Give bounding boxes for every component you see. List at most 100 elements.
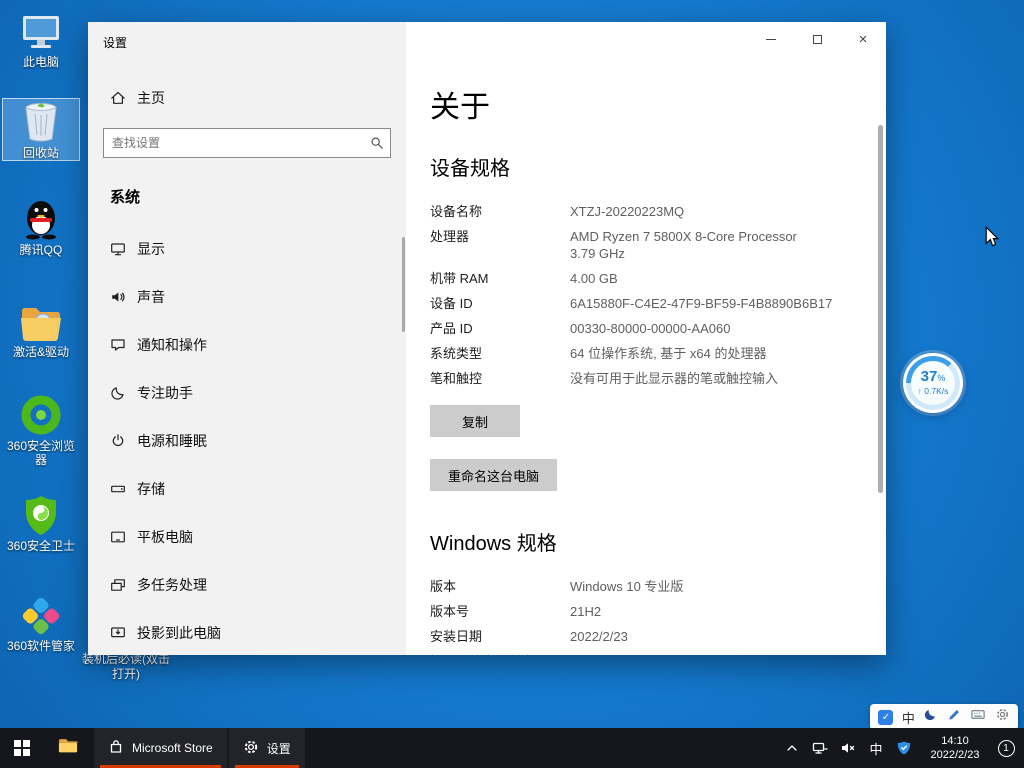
- spec-label: 版本: [430, 578, 570, 595]
- sidebar-item-storage[interactable]: 存储: [88, 465, 406, 513]
- file-explorer-button[interactable]: [44, 728, 92, 768]
- ime-pen-icon[interactable]: [947, 707, 962, 727]
- 360-shield-icon: [2, 492, 80, 536]
- taskbar-app-settings[interactable]: 设置: [229, 728, 305, 768]
- speed-ball-core: 37% ↑ 0.7K/s: [911, 361, 955, 405]
- minimize-icon: [766, 39, 776, 40]
- sidebar-item-tablet[interactable]: 平板电脑: [88, 513, 406, 561]
- desktop-icon-label: 回收站: [3, 146, 79, 160]
- desktop-icon-this-pc[interactable]: 此电脑: [2, 8, 80, 69]
- ime-mode-toggle[interactable]: 中: [902, 708, 915, 727]
- action-center-button[interactable]: 1: [994, 728, 1018, 768]
- sidebar-item-power-sleep[interactable]: 电源和睡眠: [88, 417, 406, 465]
- desktop-icon-360-safe[interactable]: 360安全卫士: [2, 492, 80, 553]
- ime-settings-icon[interactable]: [995, 707, 1010, 727]
- projecting-icon: [110, 625, 126, 641]
- security-shield-icon[interactable]: [892, 728, 916, 768]
- taskbar-app-label: 设置: [267, 740, 291, 757]
- desktop-icon-label: 360软件管家: [2, 639, 80, 653]
- tablet-icon: [110, 529, 126, 545]
- taskbar: Microsoft Store 设置 中 14:10 2022/2/23 1: [0, 728, 1024, 768]
- desktop-icon-recycle-bin[interactable]: 回收站: [2, 98, 80, 161]
- page-title: 关于: [430, 82, 850, 126]
- ime-toolbar: ✓ 中: [870, 704, 1018, 730]
- sidebar-item-focus-assist[interactable]: 专注助手: [88, 369, 406, 417]
- spec-label: 设备名称: [430, 203, 570, 220]
- spec-label: 操作系统内部版本: [430, 653, 570, 655]
- search-input[interactable]: [104, 129, 364, 157]
- desktop-icon-label: 此电脑: [2, 55, 80, 69]
- desktop-icon-label: 激活&驱动: [2, 345, 80, 359]
- about-page: 关于 设备规格 设备名称 XTZJ-20220223MQ 处理器 AMD Ryz…: [406, 22, 886, 655]
- content-scrollbar-thumb[interactable]: [878, 125, 883, 493]
- minimize-button[interactable]: [748, 22, 794, 56]
- sidebar-item-label: 电源和睡眠: [137, 431, 207, 451]
- spec-row-processor: 处理器 AMD Ryzen 7 5800X 8-Core Processor 3…: [430, 228, 850, 262]
- network-icon[interactable]: [808, 728, 832, 768]
- folder-icon: [2, 298, 80, 342]
- sidebar-item-home[interactable]: 主页: [88, 80, 406, 116]
- taskbar-app-label: Microsoft Store: [132, 741, 213, 755]
- desktop-icon-tencent-qq[interactable]: 腾讯QQ: [2, 196, 80, 257]
- spec-row-device-name: 设备名称 XTZJ-20220223MQ: [430, 203, 850, 220]
- spec-label: 产品 ID: [430, 320, 570, 337]
- store-icon: [108, 739, 124, 758]
- sidebar-item-sound[interactable]: 声音: [88, 273, 406, 321]
- storage-icon: [110, 481, 126, 497]
- network-speed: ↑ 0.7K/s: [918, 386, 949, 397]
- spec-label: 处理器: [430, 228, 570, 262]
- desktop-icon-360-browser[interactable]: 360安全浏览器: [2, 392, 80, 467]
- sidebar-item-label: 声音: [137, 287, 165, 307]
- maximize-button[interactable]: [794, 22, 840, 56]
- sidebar-item-label: 存储: [137, 479, 165, 499]
- desktop-icon-360-manager[interactable]: 360软件管家: [2, 592, 80, 653]
- spec-value: 64 位操作系统, 基于 x64 的处理器: [570, 345, 850, 362]
- copy-button[interactable]: 复制: [430, 405, 520, 437]
- windows-logo-icon: [14, 740, 30, 756]
- spec-value: Windows 10 专业版: [570, 578, 850, 595]
- settings-search-box[interactable]: [103, 128, 391, 158]
- ime-moon-icon[interactable]: [923, 707, 938, 727]
- sidebar-item-notifications[interactable]: 通知和操作: [88, 321, 406, 369]
- sound-icon: [110, 289, 126, 305]
- recycle-bin-icon: [3, 99, 79, 143]
- sidebar-item-display[interactable]: 显示: [88, 225, 406, 273]
- rename-pc-button[interactable]: 重命名这台电脑: [430, 459, 557, 491]
- windows-spec-section-title: Windows 规格: [430, 527, 850, 556]
- sidebar-item-label: 专注助手: [137, 383, 193, 403]
- taskbar-clock[interactable]: 14:10 2022/2/23: [920, 728, 990, 768]
- taskbar-app-store[interactable]: Microsoft Store: [94, 728, 227, 768]
- folder-icon: [58, 737, 78, 759]
- settings-window: 设置 × 主页 系统 显示: [88, 22, 886, 655]
- spec-value: AMD Ryzen 7 5800X 8-Core Processor 3.79 …: [570, 228, 850, 262]
- close-icon: ×: [859, 32, 868, 47]
- ime-keyboard-icon[interactable]: [970, 707, 986, 727]
- sidebar-item-projecting[interactable]: 投影到此电脑: [88, 609, 406, 657]
- display-icon: [110, 241, 126, 257]
- notification-badge: 1: [998, 740, 1015, 757]
- spec-row-edition: 版本 Windows 10 专业版: [430, 578, 850, 595]
- settings-sidebar: 主页 系统 显示 声音: [88, 22, 406, 655]
- system-tray: 中 14:10 2022/2/23 1: [780, 728, 1024, 768]
- close-button[interactable]: ×: [840, 22, 886, 56]
- desktop-icon-label: 360安全浏览器: [2, 439, 80, 467]
- spec-value: 没有可用于此显示器的笔或触控输入: [570, 370, 850, 387]
- tray-expand-button[interactable]: [780, 728, 804, 768]
- tray-ime-indicator[interactable]: 中: [864, 728, 888, 768]
- spec-value: 6A15880F-C4E2-47F9-BF59-F4B8890B6B17: [570, 295, 850, 312]
- spec-value-line2: 3.79 GHz: [570, 245, 850, 262]
- 360-speed-ball[interactable]: 37% ↑ 0.7K/s: [903, 353, 963, 413]
- sidebar-item-multitasking[interactable]: 多任务处理: [88, 561, 406, 609]
- spec-row-install-date: 安装日期 2022/2/23: [430, 628, 850, 645]
- sidebar-scrollbar-thumb[interactable]: [402, 237, 405, 332]
- spec-label: 机带 RAM: [430, 270, 570, 287]
- qq-penguin-icon: [2, 196, 80, 240]
- ime-logo-icon[interactable]: ✓: [878, 710, 893, 725]
- tray-time: 14:10: [920, 734, 990, 748]
- start-button[interactable]: [0, 728, 44, 768]
- desktop-icon-activate-driver[interactable]: 激活&驱动: [2, 298, 80, 359]
- sidebar-item-label: 多任务处理: [137, 575, 207, 595]
- device-spec-section-title: 设备规格: [430, 152, 850, 181]
- volume-muted-icon[interactable]: [836, 728, 860, 768]
- spec-label: 版本号: [430, 603, 570, 620]
